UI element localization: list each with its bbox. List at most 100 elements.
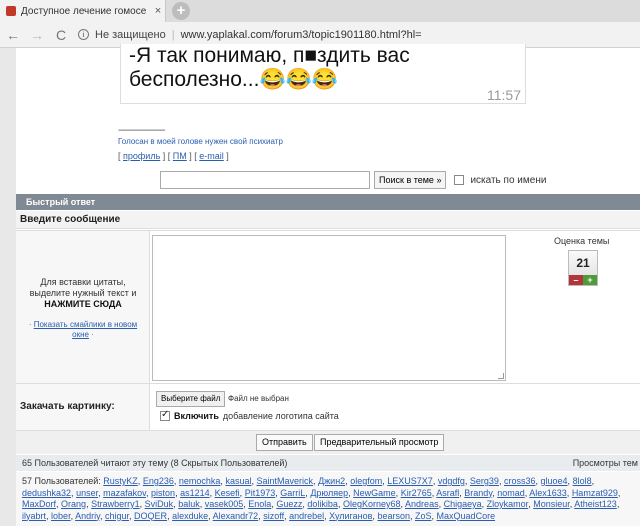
info-icon[interactable]: i (78, 29, 89, 40)
user-link[interactable]: Atheist123 (574, 499, 617, 509)
rate-plus-button[interactable]: + (583, 275, 597, 285)
user-link[interactable]: DOQER (134, 511, 167, 521)
user-link[interactable]: lober (51, 511, 71, 521)
user-link[interactable]: LEXUS7X7 (387, 476, 433, 486)
user-link[interactable]: bearson (377, 511, 410, 521)
user-link[interactable]: Дрюляер (310, 488, 348, 498)
user-link[interactable]: Хулиганов (329, 511, 372, 521)
profile-links: [ профиль ] [ ПМ ] [ e-mail ] (118, 151, 229, 161)
pm-link[interactable]: ПМ (173, 151, 187, 161)
rating-widget: 21 – + (568, 250, 598, 286)
user-link[interactable]: nomad (497, 488, 525, 498)
user-link[interactable]: Alexandr72 (213, 511, 259, 521)
user-link[interactable]: Pit1973 (245, 488, 276, 498)
back-icon[interactable]: ← (6, 27, 20, 43)
profile-link[interactable]: профиль (123, 151, 160, 161)
user-link[interactable]: alexduke (172, 511, 208, 521)
user-link[interactable]: Monsieur (533, 499, 570, 509)
quote-hint-panel: Для вставки цитаты, выделите нужный текс… (16, 231, 150, 383)
resize-handle-icon[interactable] (498, 373, 504, 379)
user-link[interactable]: ilyabrt (22, 511, 46, 521)
user-link[interactable]: dolikiba (307, 499, 338, 509)
email-link[interactable]: e-mail (199, 151, 224, 161)
message-textarea[interactable] (152, 235, 506, 381)
user-link[interactable]: Strawberry1 (91, 499, 140, 509)
no-file-label: Файл не выбран (228, 394, 289, 403)
user-link[interactable]: GarriL (280, 488, 305, 498)
user-link[interactable]: Chigaeya (444, 499, 482, 509)
user-link[interactable]: Zloykamor (487, 499, 529, 509)
rating-value: 21 (576, 256, 590, 270)
user-link[interactable]: vasek005 (205, 499, 244, 509)
topic-search-button[interactable]: Поиск в теме » (374, 171, 447, 189)
user-link[interactable]: nemochka (179, 476, 221, 486)
send-button[interactable]: Отправить (256, 434, 313, 451)
page-content: -Я так понимаю, п■здить вас бесполезно..… (0, 44, 640, 526)
omnibox[interactable]: i Не защищено | www.yaplakal.com/forum3/… (78, 29, 422, 41)
user-link[interactable]: sizoff (263, 511, 284, 521)
user-link[interactable]: kasual (225, 476, 251, 486)
user-link[interactable]: 8lol8 (573, 476, 592, 486)
close-icon[interactable]: × (151, 5, 165, 17)
rate-minus-button[interactable]: – (569, 275, 583, 285)
browser-tab[interactable]: Доступное лечение гомосексуа × (0, 0, 166, 22)
user-link[interactable]: Eng236 (143, 476, 174, 486)
new-tab-button[interactable]: + (172, 2, 190, 20)
smiles-hint: · Показать смайлики в новом окне · (28, 320, 138, 339)
user-link[interactable]: Guezz (276, 499, 302, 509)
quick-reply-row: Для вставки цитаты, выделите нужный текс… (16, 230, 640, 383)
user-link[interactable]: Джин2 (318, 476, 345, 486)
user-link[interactable]: Brandy (464, 488, 492, 498)
user-link[interactable]: baluk (178, 499, 200, 509)
user-link[interactable]: Serg39 (470, 476, 499, 486)
user-link[interactable]: piston (151, 488, 175, 498)
user-link[interactable]: Hamzat929 (572, 488, 618, 498)
signature-text: Голосан в моей голове нужен свой психиат… (118, 137, 283, 146)
user-link[interactable]: Enola (248, 499, 271, 509)
logo-checkbox[interactable] (160, 409, 170, 421)
user-link[interactable]: dedushka32 (22, 488, 71, 498)
user-link[interactable]: as1214 (180, 488, 210, 498)
user-link[interactable]: ZoS (415, 511, 432, 521)
user-link[interactable]: vdgdfg (438, 476, 465, 486)
user-links: RustyKZ, Eng236, nemochka, kasual, Saint… (22, 476, 621, 521)
show-smiles-link[interactable]: Показать смайлики в новом окне (34, 320, 137, 339)
user-link[interactable]: SviDuk (145, 499, 174, 509)
url-text[interactable]: www.yaplakal.com/forum3/topic1901180.htm… (181, 29, 422, 41)
views-label: Просмотры тем (572, 458, 638, 468)
preview-button[interactable]: Предварительный просмотр (314, 434, 445, 451)
tab-title: Доступное лечение гомосексуа (21, 5, 146, 17)
user-link[interactable]: MaxDorf (22, 499, 56, 509)
user-link[interactable]: SaintMaverick (257, 476, 314, 486)
signature-divider: -------------------- (118, 125, 166, 136)
search-by-name-checkbox[interactable] (454, 175, 465, 185)
submit-row: Отправить Предварительный просмотр (16, 430, 640, 454)
user-link[interactable]: olegfom (350, 476, 382, 486)
user-link[interactable]: OlegKorney68 (343, 499, 401, 509)
user-link[interactable]: MaxQuadCore (437, 511, 496, 521)
user-link[interactable]: Kesefi (215, 488, 240, 498)
user-link[interactable]: andrebel (289, 511, 324, 521)
topic-search-input[interactable] (160, 171, 370, 189)
user-link[interactable]: cross36 (504, 476, 536, 486)
user-link[interactable]: Kir2765 (401, 488, 432, 498)
user-link[interactable]: gluoe4 (541, 476, 568, 486)
user-link[interactable]: Asrafl (436, 488, 459, 498)
user-link[interactable]: NewGame (353, 488, 396, 498)
quick-reply-header: Быстрый ответ (16, 194, 640, 210)
user-link[interactable]: Andreas (405, 499, 439, 509)
logo-label: добавление логотипа сайта (222, 411, 339, 421)
user-link[interactable]: Andriy (75, 511, 100, 521)
choose-file-button[interactable]: Выберите файл (156, 391, 226, 407)
user-link[interactable]: unser (76, 488, 98, 498)
reload-icon[interactable]: C (54, 27, 68, 43)
user-link[interactable]: Orang (61, 499, 86, 509)
user-link[interactable]: mazafakov (103, 488, 146, 498)
image-time: 11:57 (487, 87, 521, 103)
forward-icon[interactable]: → (30, 27, 44, 43)
user-link[interactable]: chigur (105, 511, 129, 521)
quote-button[interactable]: НАЖМИТЕ СЮДА (44, 299, 122, 309)
user-link[interactable]: Alex1633 (529, 488, 567, 498)
user-link[interactable]: RustyKZ (103, 476, 138, 486)
search-by-name-label: искать по имени (470, 174, 547, 186)
